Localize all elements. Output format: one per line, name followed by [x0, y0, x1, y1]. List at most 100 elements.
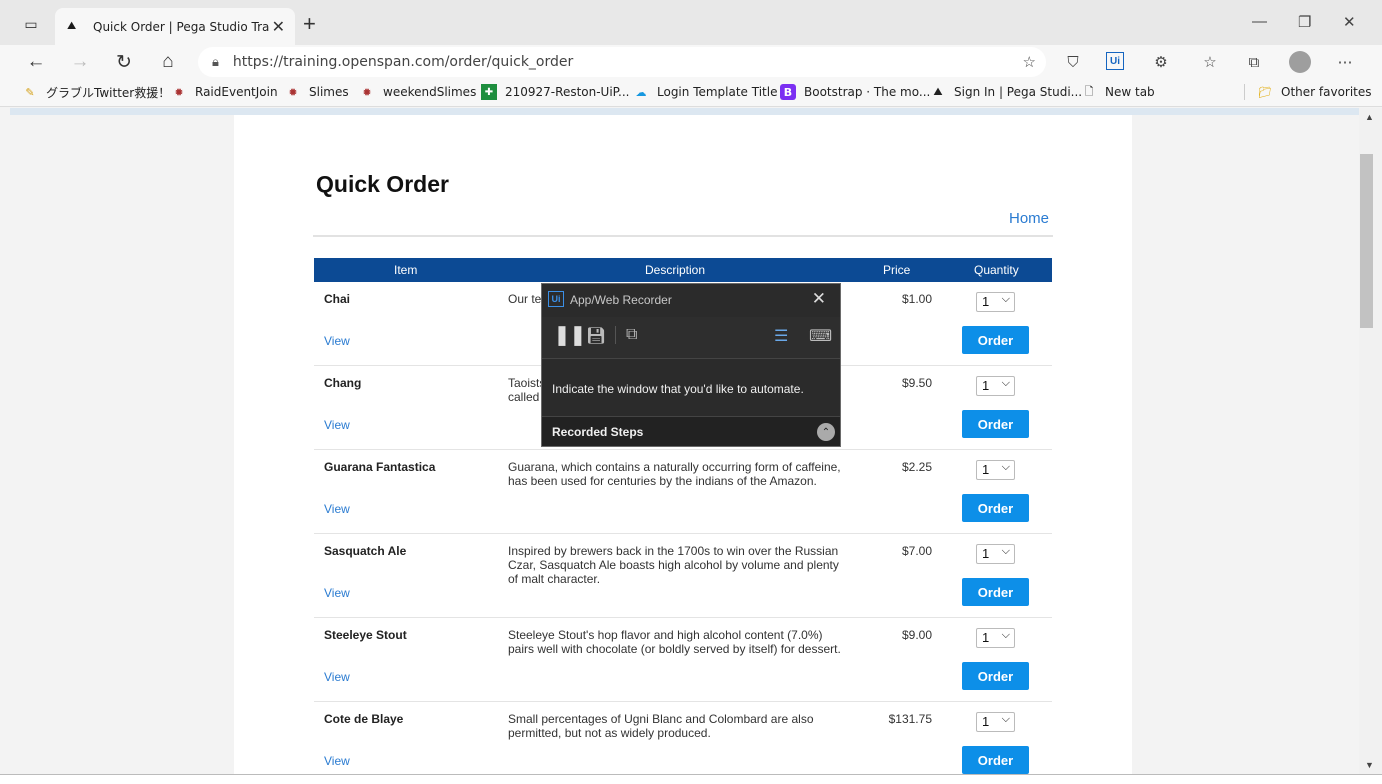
- table-header: Item Description Price Quantity: [314, 258, 1052, 282]
- app-web-recorder-panel: Ui App/Web Recorder ✕ ❚❚ 💾︎ ⧉ ☰ ⌨ Indica…: [541, 283, 841, 447]
- quantity-select[interactable]: 1 ⌵: [976, 292, 1015, 312]
- vertical-scrollbar[interactable]: ▲ ▼: [1359, 108, 1382, 774]
- steps-list-icon[interactable]: ☰: [774, 326, 788, 346]
- add-favorite-icon[interactable]: ☆: [1023, 53, 1036, 71]
- item-name: Chang: [324, 376, 362, 390]
- bookmark-icon: ✹: [362, 85, 372, 99]
- quantity-value: 1: [982, 378, 990, 393]
- item-description: Steeleye Stout's hop flavor and high alc…: [508, 628, 841, 656]
- restore-icon[interactable]: ❐: [1298, 13, 1311, 31]
- page-top-border: [10, 108, 1359, 115]
- profile-avatar[interactable]: [1289, 51, 1311, 73]
- quantity-select[interactable]: 1 ⌵: [976, 628, 1015, 648]
- bookmark-label: weekendSlimes: [383, 85, 477, 99]
- quantity-select[interactable]: 1 ⌵: [976, 712, 1015, 732]
- view-link[interactable]: View: [324, 334, 350, 348]
- quantity-value: 1: [982, 462, 990, 477]
- favorites-icon[interactable]: ☆: [1199, 51, 1221, 73]
- other-favorites-label: Other favorites: [1281, 85, 1372, 99]
- new-tab-button[interactable]: +: [303, 11, 316, 37]
- recorder-title: App/Web Recorder: [570, 293, 672, 307]
- bookmark-item[interactable]: ⛰ Sign In | Pega Studi...: [930, 84, 1082, 100]
- table-row: Steeleye Stout Steeleye Stout's hop flav…: [314, 618, 1052, 702]
- window-bottom-edge: [0, 774, 1382, 784]
- page-title: Quick Order: [316, 171, 449, 197]
- tab-actions-icon[interactable]: ▭: [20, 13, 42, 35]
- bookmark-label: グラブルTwitter救援！: [46, 86, 171, 100]
- order-button[interactable]: Order: [962, 746, 1029, 774]
- window-select-icon[interactable]: ⧉: [615, 326, 637, 344]
- pause-icon[interactable]: ❚❚: [554, 324, 586, 347]
- extensions-icon[interactable]: ⚙: [1150, 51, 1172, 73]
- tab-close-icon[interactable]: ✕: [272, 17, 285, 37]
- order-button[interactable]: Order: [962, 494, 1029, 522]
- order-button[interactable]: Order: [962, 662, 1029, 690]
- column-header-quantity: Quantity: [974, 263, 1019, 277]
- item-name: Sasquatch Ale: [324, 544, 407, 558]
- save-icon[interactable]: 💾︎: [586, 326, 606, 346]
- bookmark-item[interactable]: B Bootstrap · The mo...: [780, 84, 930, 100]
- bookmark-label: Bootstrap · The mo...: [804, 85, 931, 99]
- recorder-message: Indicate the window that you'd like to a…: [552, 382, 804, 396]
- home-icon[interactable]: ⌂: [155, 49, 181, 75]
- quantity-value: 1: [982, 630, 990, 645]
- bookmark-item[interactable]: ✚ 210927-Reston-UiP...: [481, 84, 629, 100]
- item-name: Steeleye Stout: [324, 628, 407, 642]
- refresh-icon[interactable]: ↻: [111, 49, 137, 75]
- quantity-select[interactable]: 1 ⌵: [976, 460, 1015, 480]
- uipath-extension-icon[interactable]: Ui: [1106, 52, 1124, 70]
- view-link[interactable]: View: [324, 670, 350, 684]
- tab-title: Quick Order | Pega Studio Trainin: [93, 19, 269, 34]
- item-name: Cote de Blaye: [324, 712, 404, 726]
- back-icon[interactable]: ←: [23, 49, 49, 75]
- view-link[interactable]: View: [324, 586, 350, 600]
- bookmark-label: Sign In | Pega Studi...: [954, 85, 1083, 99]
- bookmark-label: Slimes: [309, 85, 349, 99]
- recorded-steps-bar[interactable]: Recorded Steps ⌃: [542, 416, 840, 446]
- recorder-close-icon[interactable]: ✕: [812, 289, 826, 309]
- chevron-down-icon: ⌵: [1001, 629, 1010, 641]
- chevron-down-icon: ⌵: [1001, 293, 1010, 305]
- more-icon[interactable]: ⋯: [1334, 51, 1356, 73]
- chevron-down-icon: ⌵: [1001, 377, 1010, 389]
- bookmark-item[interactable]: ☁ Login Template Title: [633, 84, 778, 100]
- keyboard-mouse-icon[interactable]: ⌨: [809, 326, 832, 346]
- tab-quick-order[interactable]: ⛰ Quick Order | Pega Studio Trainin ✕: [55, 8, 295, 45]
- item-description: Small percentages of Ugni Blanc and Colo…: [508, 712, 814, 740]
- address-bar[interactable]: 🔒︎ https://training.openspan.com/order/q…: [198, 47, 1046, 77]
- bookmark-label: New tab: [1105, 85, 1155, 99]
- bookmark-item[interactable]: ✎ グラブルTwitter救援！: [22, 84, 170, 101]
- order-button[interactable]: Order: [962, 410, 1029, 438]
- view-link[interactable]: View: [324, 502, 350, 516]
- item-price: $131.75: [888, 712, 932, 726]
- chevron-down-icon: ⌵: [1001, 461, 1010, 473]
- bookmark-item[interactable]: 🗋 New tab: [1081, 84, 1155, 100]
- home-link[interactable]: Home: [1009, 210, 1049, 227]
- view-link[interactable]: View: [324, 754, 350, 768]
- bookmark-icon: ✹: [174, 85, 184, 99]
- forward-icon[interactable]: →: [67, 49, 93, 75]
- bookmark-icon: ✎: [25, 86, 35, 99]
- collections-icon[interactable]: ⧉: [1243, 51, 1265, 73]
- quantity-select[interactable]: 1 ⌵: [976, 376, 1015, 396]
- scroll-down-icon[interactable]: ▼: [1365, 760, 1374, 770]
- order-button[interactable]: Order: [962, 326, 1029, 354]
- scroll-thumb[interactable]: [1360, 154, 1373, 328]
- page-icon: 🗋: [1084, 84, 1094, 98]
- bookmark-item[interactable]: ✹ weekendSlimes: [359, 84, 476, 100]
- window-close-icon[interactable]: ✕: [1343, 13, 1356, 31]
- bookmark-item[interactable]: ✹ RaidEventJoin: [171, 84, 277, 100]
- browser-toolbar: ← → ↻ ⌂ 🔒︎ https://training.openspan.com…: [0, 45, 1382, 79]
- quantity-select[interactable]: 1 ⌵: [976, 544, 1015, 564]
- chevron-up-icon[interactable]: ⌃: [817, 423, 835, 441]
- order-button[interactable]: Order: [962, 578, 1029, 606]
- bookmark-label: 210927-Reston-UiP...: [505, 85, 630, 99]
- minimize-icon[interactable]: —: [1252, 13, 1267, 30]
- bookmarks-bar: ✎ グラブルTwitter救援！ ✹ RaidEventJoin ✹ Slime…: [0, 79, 1382, 107]
- shield-icon[interactable]: ⛉: [1062, 51, 1084, 73]
- cloud-icon: ☁: [635, 85, 647, 99]
- scroll-up-icon[interactable]: ▲: [1365, 112, 1374, 122]
- bookmark-item[interactable]: ✹ Slimes: [285, 84, 349, 100]
- view-link[interactable]: View: [324, 418, 350, 432]
- other-favorites[interactable]: 📁︎ Other favorites: [1244, 84, 1372, 100]
